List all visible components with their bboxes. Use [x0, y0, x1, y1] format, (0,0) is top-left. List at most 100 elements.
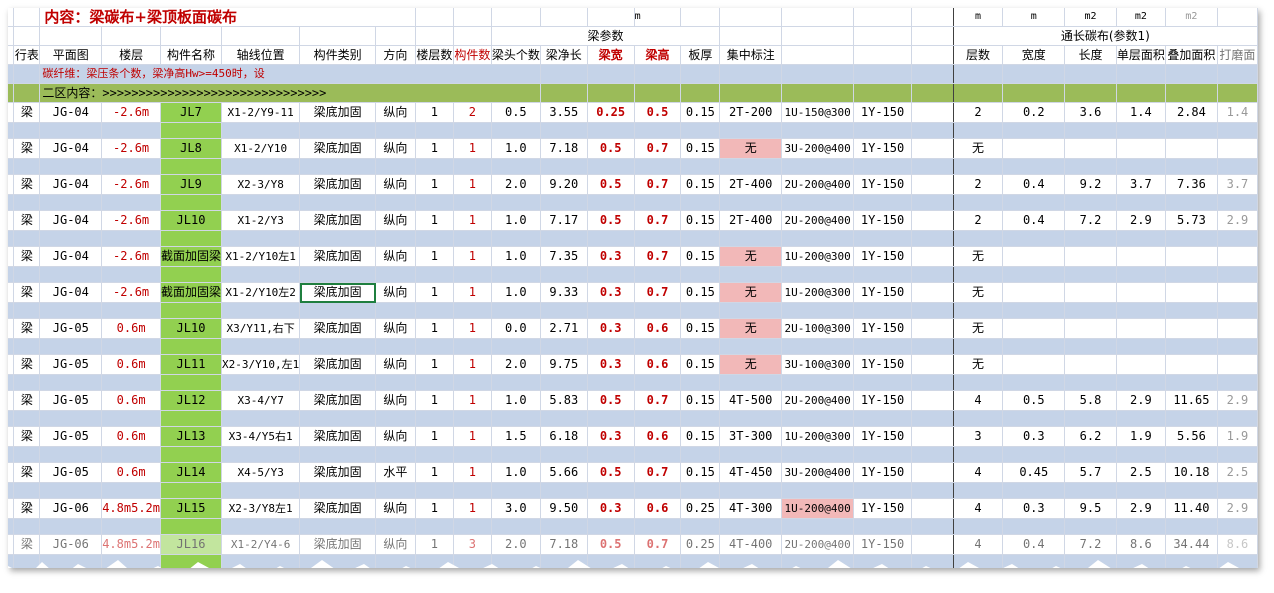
cell-cnt[interactable]: 2	[453, 102, 492, 123]
cell-w[interactable]: 0.5	[587, 210, 635, 231]
cell-g[interactable]: 2.9	[1217, 498, 1258, 519]
cell-t3[interactable]: 1Y-150	[853, 318, 912, 339]
cell-heads[interactable]: 2.0	[491, 354, 541, 375]
cell-type[interactable]: 梁底加固	[299, 426, 376, 447]
cell-a2[interactable]: 11.40	[1165, 498, 1218, 519]
cell-a2[interactable]	[1165, 318, 1218, 339]
table-row[interactable]: 梁 JG-04 -2.6m 截面加固梁 X1-2/Y10左1 梁底加固 纵向 1 1 1.0 7.3…	[8, 246, 1258, 267]
cell-w[interactable]: 0.5	[587, 462, 635, 483]
cell-axis[interactable]: X1-2/Y10左2	[221, 282, 301, 303]
cell-cl[interactable]	[1064, 318, 1117, 339]
cell-cl[interactable]: 7.2	[1064, 210, 1117, 231]
cell-h[interactable]: 0.7	[634, 282, 682, 303]
cell-dir[interactable]: 纵向	[375, 426, 416, 447]
cell-dir[interactable]: 纵向	[375, 102, 416, 123]
cell-name[interactable]: JL15	[160, 498, 223, 519]
column-header[interactable]: 叠加面积	[1165, 45, 1218, 65]
cell-w[interactable]: 0.5	[587, 174, 635, 195]
cell-layers[interactable]: 2	[953, 102, 1004, 123]
cell-slab[interactable]: 0.15	[680, 174, 721, 195]
cell-t1[interactable]: 4T-400	[719, 534, 783, 555]
cell-dir[interactable]: 纵向	[375, 138, 416, 159]
cell-a1[interactable]	[1116, 318, 1166, 339]
column-header[interactable]: 层数	[953, 45, 1004, 65]
cell-w[interactable]: 0.3	[587, 282, 635, 303]
cell-w[interactable]: 0.5	[587, 138, 635, 159]
cell-plan[interactable]: JG-04	[39, 282, 103, 303]
cell-plan[interactable]: JG-04	[39, 246, 103, 267]
cell-layers[interactable]: 2	[953, 210, 1004, 231]
cell-len[interactable]: 5.66	[540, 462, 588, 483]
cell-t2[interactable]: 1U-200@300	[781, 282, 855, 303]
cell-t1[interactable]: 3T-300	[719, 426, 783, 447]
cell-a2[interactable]: 5.73	[1165, 210, 1218, 231]
cell-_[interactable]	[911, 282, 954, 303]
cell-name[interactable]: JL13	[160, 426, 223, 447]
column-header[interactable]: 集中标注	[719, 45, 783, 65]
cell-w[interactable]: 0.3	[587, 498, 635, 519]
cell-h[interactable]: 0.6	[634, 426, 682, 447]
cell-t3[interactable]: 1Y-150	[853, 210, 912, 231]
cell-g[interactable]: 1.4	[1217, 102, 1258, 123]
cell-_[interactable]	[911, 102, 954, 123]
cell-slab[interactable]: 0.15	[680, 246, 721, 267]
cell-t2[interactable]: 3U-200@400	[781, 462, 855, 483]
table-row[interactable]: 梁 JG-05 0.6m JL13 X3-4/Y5右1 梁底加固 纵向 1 1 1.5 6.18 0.…	[8, 426, 1258, 447]
cell-len[interactable]: 7.17	[540, 210, 588, 231]
cell-a2[interactable]: 7.36	[1165, 174, 1218, 195]
cell-_[interactable]	[911, 246, 954, 267]
cell-t3[interactable]: 1Y-150	[853, 426, 912, 447]
cell-plan[interactable]: JG-05	[39, 354, 103, 375]
cell-cnt[interactable]: 1	[453, 138, 492, 159]
cell-h[interactable]: 0.7	[634, 210, 682, 231]
cell-t1[interactable]: 2T-200	[719, 102, 783, 123]
cell-layers[interactable]: 无	[953, 246, 1004, 267]
table-row[interactable]: 梁 JG-04 -2.6m JL8 X1-2/Y10 梁底加固 纵向 1 1 1.0 7.18 0.5…	[8, 138, 1258, 159]
cell-c0[interactable]: 梁	[13, 498, 41, 519]
cell-a1[interactable]	[1116, 246, 1166, 267]
cell-t2[interactable]: 1U-200@300	[781, 246, 855, 267]
cell-g[interactable]: 3.7	[1217, 174, 1258, 195]
cell-slab[interactable]: 0.15	[680, 102, 721, 123]
cell-cw[interactable]: 0.45	[1002, 462, 1066, 483]
column-header[interactable]: 行表	[13, 45, 41, 65]
cell-type[interactable]: 梁底加固	[299, 354, 376, 375]
cell-dir[interactable]: 纵向	[375, 318, 416, 339]
cell-layers[interactable]: 4	[953, 498, 1004, 519]
cell-type[interactable]: 梁底加固	[299, 534, 376, 555]
cell-cw[interactable]: 0.5	[1002, 390, 1066, 411]
cell-floor[interactable]: -2.6m	[101, 210, 161, 231]
cell-_[interactable]	[911, 210, 954, 231]
column-header[interactable]: 梁高	[634, 45, 682, 65]
cell-a2[interactable]	[1165, 354, 1218, 375]
cell-fl[interactable]: 1	[415, 282, 454, 303]
cell-a2[interactable]: 5.56	[1165, 426, 1218, 447]
cell-t2[interactable]: 2U-200@400	[781, 534, 855, 555]
cell-layers[interactable]: 无	[953, 318, 1004, 339]
cell-plan[interactable]: JG-05	[39, 318, 103, 339]
cell-t1[interactable]: 无	[719, 138, 783, 159]
cell-floor[interactable]: -2.6m	[101, 174, 161, 195]
cell-dir[interactable]: 纵向	[375, 354, 416, 375]
cell-type[interactable]: 梁底加固	[299, 498, 376, 519]
cell-heads[interactable]: 3.0	[491, 498, 541, 519]
cell-fl[interactable]: 1	[415, 102, 454, 123]
cell-t2[interactable]: 2U-200@400	[781, 390, 855, 411]
cell-cl[interactable]: 5.8	[1064, 390, 1117, 411]
cell-cnt[interactable]: 1	[453, 354, 492, 375]
cell-g[interactable]: 2.5	[1217, 462, 1258, 483]
cell-heads[interactable]: 2.0	[491, 174, 541, 195]
cell-layers[interactable]: 4	[953, 534, 1004, 555]
cell-_[interactable]	[911, 390, 954, 411]
cell-cl[interactable]: 6.2	[1064, 426, 1117, 447]
cell-name[interactable]: JL11	[160, 354, 223, 375]
cell-cl[interactable]	[1064, 138, 1117, 159]
cell-w[interactable]: 0.3	[587, 354, 635, 375]
cell-t3[interactable]: 1Y-150	[853, 102, 912, 123]
cell-name[interactable]: JL12	[160, 390, 223, 411]
cell-c0[interactable]: 梁	[13, 354, 41, 375]
cell-c0[interactable]: 梁	[13, 102, 41, 123]
cell-t1[interactable]: 无	[719, 318, 783, 339]
cell-t1[interactable]: 2T-400	[719, 174, 783, 195]
column-header[interactable]: 轴线位置	[221, 45, 301, 65]
